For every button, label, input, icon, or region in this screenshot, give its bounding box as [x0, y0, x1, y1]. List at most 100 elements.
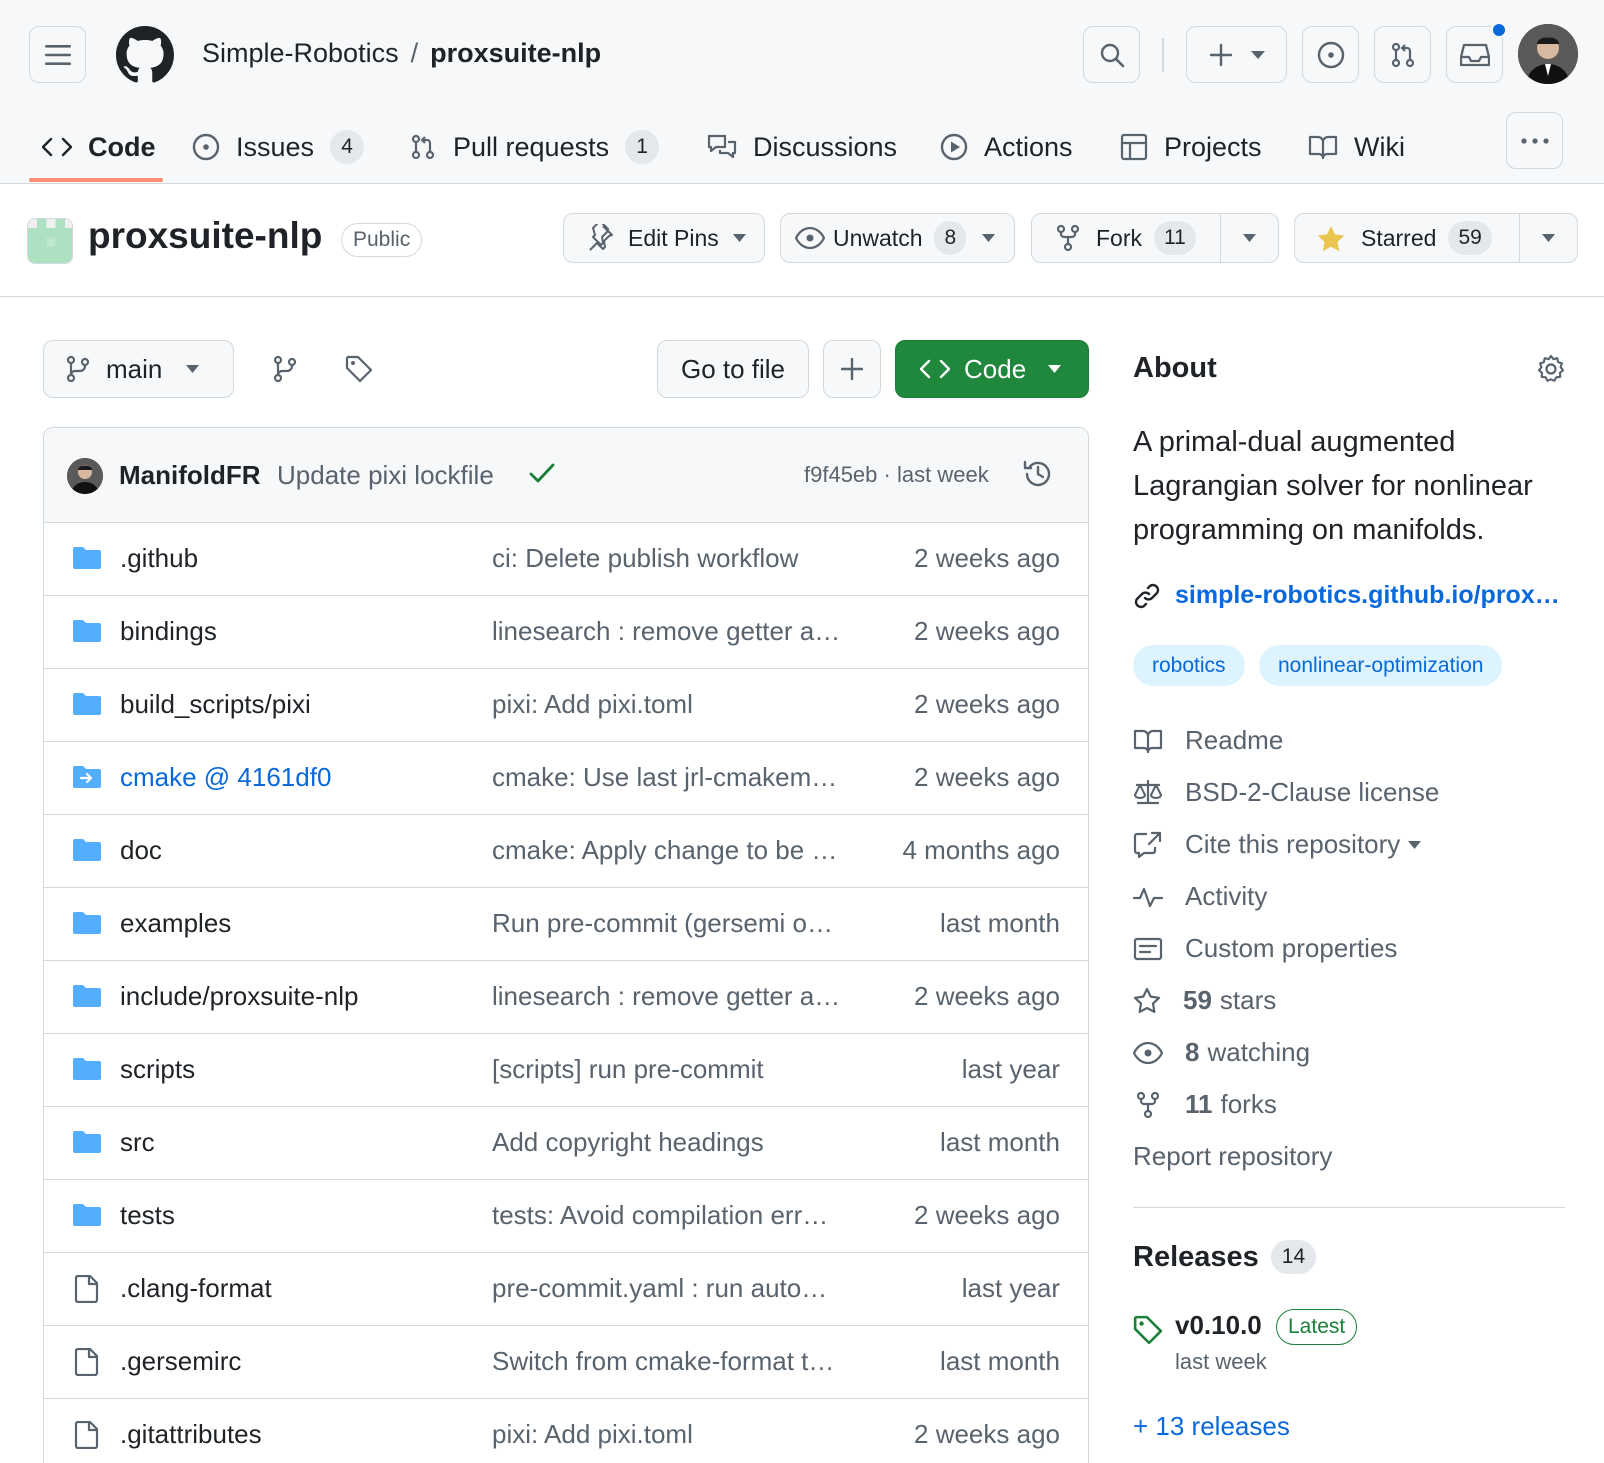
fork-dropdown-button[interactable] [1220, 214, 1278, 262]
file-commit-message[interactable]: Add copyright headings [492, 1127, 852, 1158]
pull-requests-button[interactable] [1374, 26, 1431, 83]
file-commit-message[interactable]: linesearch : remove getter a… [492, 616, 852, 647]
report-repository-link[interactable]: Report repository [1133, 1141, 1332, 1172]
add-file-button[interactable] [823, 340, 881, 398]
stars-link[interactable]: 59 stars [1133, 985, 1276, 1016]
file-commit-message[interactable]: cmake: Apply change to be … [492, 835, 852, 866]
breadcrumb-repo[interactable]: proxsuite-nlp [430, 38, 601, 68]
more-releases-link[interactable]: + 13 releases [1133, 1411, 1290, 1442]
fork-button[interactable]: Fork 11 [1031, 213, 1279, 263]
go-to-file-button[interactable]: Go to file [657, 340, 809, 398]
homepage-link-text: simple-robotics.github.io/proxsuite-nlp [1175, 581, 1565, 609]
latest-badge: Latest [1276, 1309, 1358, 1345]
check-icon[interactable] [529, 462, 555, 484]
file-row[interactable]: .gitattributes pixi: Add pixi.toml 2 weeks… [44, 1399, 1088, 1463]
tags-button[interactable] [330, 340, 388, 398]
file-row[interactable]: scripts [scripts] run pre-commit last year [44, 1034, 1088, 1107]
create-new-button[interactable] [1186, 26, 1287, 83]
branch-select-button[interactable]: main [43, 340, 234, 398]
file-name[interactable]: .clang-format [120, 1273, 272, 1304]
code-dropdown-button[interactable]: Code [895, 340, 1089, 398]
github-logo-icon[interactable] [116, 26, 174, 84]
homepage-link[interactable]: simple-robotics.github.io/proxsuite-nlp [1133, 581, 1565, 610]
file-row[interactable]: include/proxsuite-nlp linesearch : remove… [44, 961, 1088, 1034]
custom-properties-link[interactable]: Custom properties [1133, 933, 1397, 964]
file-commit-message[interactable]: linesearch : remove getter a… [492, 981, 852, 1012]
tab-actions[interactable]: Actions [940, 110, 1073, 184]
file-row[interactable]: src Add copyright headings last month [44, 1107, 1088, 1180]
edit-pins-button[interactable]: Edit Pins [563, 213, 765, 263]
file-name[interactable]: build_scripts/pixi [120, 689, 311, 720]
topic-tag-robotics[interactable]: robotics [1133, 645, 1245, 686]
tab-pull-requests[interactable]: Pull requests 1 [409, 110, 660, 184]
file-commit-message[interactable]: ci: Delete publish workflow [492, 543, 852, 574]
commit-author-avatar[interactable] [67, 458, 103, 494]
repo-name[interactable]: proxsuite-nlp [88, 215, 322, 257]
file-commit-message[interactable]: Run pre-commit (gersemi o… [492, 908, 852, 939]
file-type-icon [72, 1202, 102, 1235]
file-name[interactable]: bindings [120, 616, 217, 647]
search-button[interactable] [1083, 26, 1140, 83]
topic-tag-nonlinear-optimization[interactable]: nonlinear-optimization [1259, 645, 1503, 686]
identicon-icon [28, 219, 72, 263]
file-type-icon [72, 1347, 102, 1383]
starred-button[interactable]: Starred 59 [1294, 213, 1578, 263]
latest-release-version[interactable]: v0.10.0 [1175, 1310, 1262, 1341]
file-name[interactable]: src [120, 1127, 155, 1158]
file-commit-message[interactable]: pixi: Add pixi.toml [492, 1419, 852, 1450]
tab-discussions[interactable]: Discussions [707, 110, 897, 184]
tab-issues[interactable]: Issues 4 [192, 110, 365, 184]
releases-heading[interactable]: Releases 14 [1133, 1240, 1317, 1274]
file-commit-message[interactable]: tests: Avoid compilation err… [492, 1200, 852, 1231]
file-name[interactable]: include/proxsuite-nlp [120, 981, 358, 1012]
forks-link[interactable]: 11 forks [1133, 1089, 1277, 1120]
activity-link[interactable]: Activity [1133, 881, 1267, 912]
commit-hash[interactable]: f9f45eb [804, 462, 877, 487]
tab-projects[interactable]: Projects [1120, 110, 1262, 184]
file-name[interactable]: cmake @ 4161df0 [120, 762, 331, 793]
tab-code[interactable]: Code [42, 110, 156, 184]
file-row[interactable]: cmake @ 4161df0 cmake: Use last jrl-cmake… [44, 742, 1088, 815]
file-commit-message[interactable]: cmake: Use last jrl-cmakem… [492, 762, 852, 793]
file-commit-message[interactable]: pixi: Add pixi.toml [492, 689, 852, 720]
more-tabs-button[interactable] [1506, 112, 1563, 169]
tab-wiki[interactable]: Wiki [1308, 110, 1405, 184]
watchers-link[interactable]: 8 watching [1133, 1037, 1310, 1068]
commit-author[interactable]: ManifoldFR [119, 460, 261, 491]
gear-icon[interactable] [1536, 354, 1566, 384]
file-commit-message[interactable]: Switch from cmake-format t… [492, 1346, 852, 1377]
file-row[interactable]: tests tests: Avoid compilation err… 2 week… [44, 1180, 1088, 1253]
file-name[interactable]: doc [120, 835, 162, 866]
file-row[interactable]: .github ci: Delete publish workflow 2 week… [44, 523, 1088, 596]
star-list-dropdown-button[interactable] [1519, 214, 1577, 262]
branches-button[interactable] [256, 340, 314, 398]
file-name[interactable]: .gitattributes [120, 1419, 262, 1450]
file-name[interactable]: .gersemirc [120, 1346, 241, 1377]
file-name[interactable]: .github [120, 543, 198, 574]
license-link[interactable]: BSD-2-Clause license [1133, 777, 1439, 808]
repo-owner-avatar[interactable] [27, 218, 73, 264]
unwatch-button[interactable]: Unwatch 8 [780, 213, 1015, 263]
file-row[interactable]: examples Run pre-commit (gersemi o… last m… [44, 888, 1088, 961]
file-name[interactable]: examples [120, 908, 231, 939]
file-row[interactable]: build_scripts/pixi pixi: Add pixi.toml 2 w… [44, 669, 1088, 742]
file-commit-message[interactable]: [scripts] run pre-commit [492, 1054, 852, 1085]
user-avatar[interactable] [1518, 24, 1578, 84]
history-icon[interactable] [1022, 458, 1054, 490]
readme-link[interactable]: Readme [1133, 725, 1283, 756]
file-name[interactable]: scripts [120, 1054, 195, 1085]
file-commit-message[interactable]: pre-commit.yaml : run auto… [492, 1273, 852, 1304]
issues-button[interactable] [1302, 26, 1359, 83]
repo-nav-tabs: Code Issues 4 Pull requests 1 Discussion… [0, 110, 1604, 184]
cite-repository-button[interactable]: Cite this repository [1133, 829, 1443, 860]
tab-wiki-label: Wiki [1354, 131, 1405, 162]
star-count: 59 [1448, 221, 1492, 255]
file-row[interactable]: .clang-format pre-commit.yaml : run auto…… [44, 1253, 1088, 1326]
file-row[interactable]: bindings linesearch : remove getter a… 2 w… [44, 596, 1088, 669]
file-name[interactable]: tests [120, 1200, 175, 1231]
commit-message[interactable]: Update pixi lockfile [277, 460, 494, 491]
file-row[interactable]: doc cmake: Apply change to be … 4 months a… [44, 815, 1088, 888]
menu-button[interactable] [29, 26, 86, 83]
file-row[interactable]: .gersemirc Switch from cmake-format t… las… [44, 1326, 1088, 1399]
breadcrumb-owner[interactable]: Simple-Robotics [202, 38, 399, 68]
